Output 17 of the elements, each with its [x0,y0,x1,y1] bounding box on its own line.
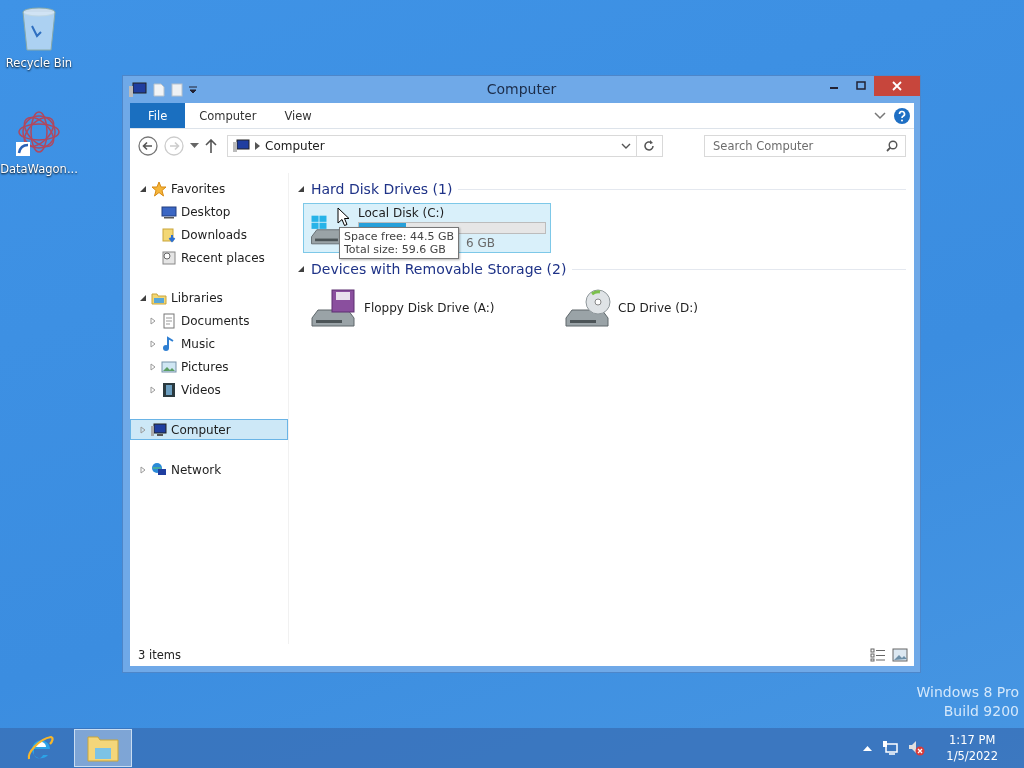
group-heading: Devices with Removable Storage (2) [311,261,567,277]
drive-name: CD Drive (D:) [618,301,699,315]
edition-text: Windows 8 Pro [916,684,1019,700]
drive-name: Floppy Disk Drive (A:) [364,301,496,315]
desktop-icon-label: Recycle Bin [5,56,73,70]
clock-time: 1:17 PM [949,733,996,747]
window-title: Computer [485,81,558,97]
address-path: Computer [265,139,326,153]
drive-capacity-text: 6 GB [466,236,495,250]
item-count: 3 items [138,648,181,662]
drive-name: Local Disk (C:) [358,206,446,220]
tooltip-line: Total size: 59.6 GB [344,243,447,256]
clock-date: 1/5/2022 [946,749,998,763]
group-heading: Hard Disk Drives (1) [311,181,453,197]
edition-text: Build 9200 [943,703,1019,719]
tooltip-line: Space free: 44.5 GB [344,230,454,243]
desktop-icon-label: DataWagon... [0,162,78,176]
